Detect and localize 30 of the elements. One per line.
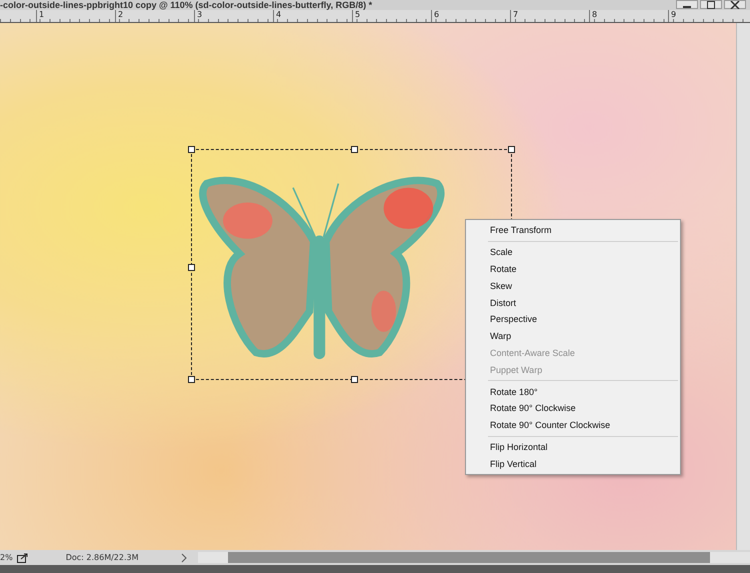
ruler-label: 3 [194, 10, 273, 22]
ruler-label: 9 [668, 10, 747, 22]
zoom-level: 2% [0, 553, 13, 562]
vertical-scrollbar[interactable] [736, 23, 750, 550]
menu-item[interactable]: Rotate [466, 260, 680, 278]
minimize-icon[interactable] [676, 0, 698, 9]
menu-item[interactable]: Flip Horizontal [466, 438, 680, 456]
menu-item[interactable]: Scale [466, 244, 680, 261]
ruler-label: 7 [510, 10, 589, 22]
document-size: Doc: 2.86M/22.3M [66, 553, 140, 562]
maximize-icon[interactable] [700, 0, 722, 9]
window-title: -color-outside-lines-ppbright10 copy @ 110% (sd-color-outside-lines-butterfly, RGB/8) * [0, 0, 372, 10]
menu-item[interactable]: Perspective [466, 310, 680, 328]
menu-item[interactable]: Warp [466, 328, 680, 345]
ruler-label: 2 [115, 10, 194, 22]
ruler-label: 5 [352, 10, 431, 22]
close-icon[interactable] [724, 0, 746, 9]
ruler-label: 1 [36, 10, 115, 22]
ruler-label: 6 [431, 10, 510, 22]
chevron-right-icon[interactable] [180, 552, 188, 562]
menu-item[interactable]: Free Transform [466, 222, 680, 239]
export-icon[interactable] [16, 552, 28, 562]
menu-item[interactable]: Rotate 90° Counter Clockwise [466, 416, 680, 434]
ruler-label: 4 [273, 10, 352, 22]
menu-item[interactable]: Skew [466, 277, 680, 294]
ruler-label: 8 [589, 10, 668, 22]
menu-item[interactable]: Flip Vertical [466, 455, 680, 472]
menu-item[interactable]: Rotate 90° Clockwise [466, 400, 680, 417]
menu-item[interactable]: Rotate 180° [466, 383, 680, 400]
menu-item[interactable]: Distort [466, 294, 680, 311]
